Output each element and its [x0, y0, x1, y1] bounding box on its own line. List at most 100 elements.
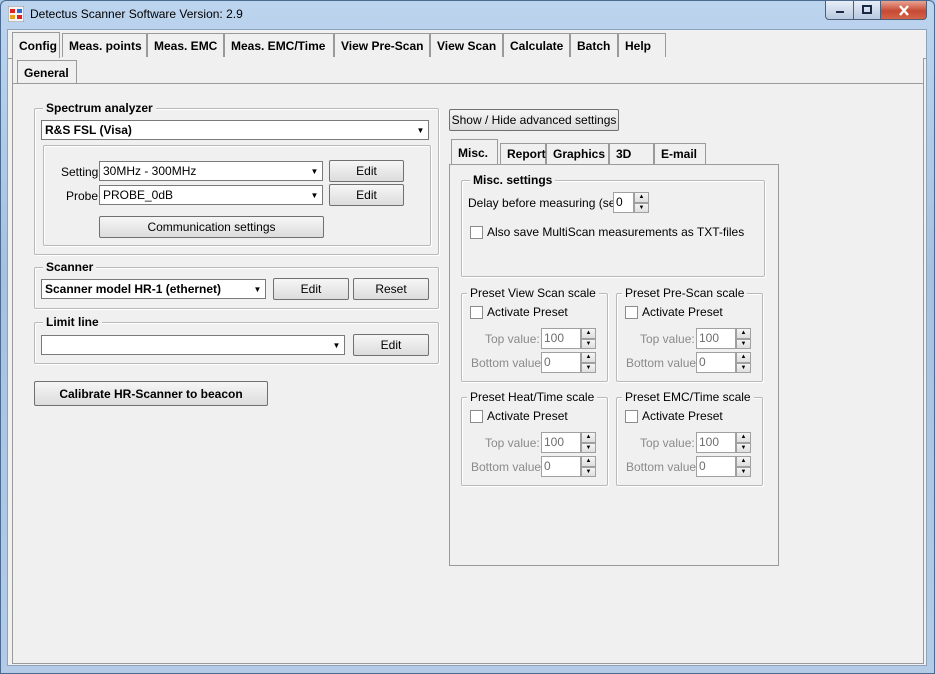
- top-value-stepper[interactable]: 100 ▲ ▼: [541, 432, 596, 453]
- bottom-value-stepper[interactable]: 0 ▲ ▼: [696, 352, 751, 373]
- top-value-label: Top value:: [485, 332, 540, 346]
- top-value-input[interactable]: 100: [696, 328, 736, 349]
- bottom-value-label: Bottom value:: [626, 356, 700, 370]
- title-bar[interactable]: Detectus Scanner Software Version: 2.9: [0, 0, 935, 28]
- activate-preset-label: Activate Preset: [642, 409, 723, 423]
- save-txt-checkbox[interactable]: [470, 226, 483, 239]
- spectrum-analyzer-label: Spectrum analyzer: [43, 101, 156, 115]
- top-value-stepper[interactable]: 100 ▲ ▼: [696, 328, 751, 349]
- spin-down-icon[interactable]: ▼: [634, 202, 649, 213]
- top-value-stepper[interactable]: 100 ▲ ▼: [541, 328, 596, 349]
- bottom-value-stepper[interactable]: 0 ▲ ▼: [696, 456, 751, 477]
- chevron-down-icon: ▼: [249, 280, 265, 298]
- delay-stepper[interactable]: 0 ▲ ▼: [613, 192, 649, 213]
- spin-up-icon[interactable]: ▲: [581, 352, 596, 363]
- spin-down-icon[interactable]: ▼: [736, 362, 751, 373]
- limit-line-edit-button[interactable]: Edit: [353, 334, 429, 356]
- limit-line-select[interactable]: ▼: [41, 335, 345, 355]
- tab-report[interactable]: Report: [500, 143, 546, 164]
- tab-help[interactable]: Help: [618, 33, 666, 57]
- app-icon: [7, 5, 25, 23]
- activate-preset-checkbox[interactable]: [625, 306, 638, 319]
- analyzer-select-value: R&S FSL (Visa): [45, 123, 132, 137]
- tab-meas-emc-time[interactable]: Meas. EMC/Time: [224, 33, 334, 57]
- spin-up-icon[interactable]: ▲: [736, 352, 751, 363]
- spin-up-icon[interactable]: ▲: [581, 456, 596, 467]
- tab-view-scan[interactable]: View Scan: [430, 33, 503, 57]
- tab-meas-emc[interactable]: Meas. EMC: [147, 33, 224, 57]
- chevron-down-icon: ▼: [306, 186, 322, 204]
- spin-up-icon[interactable]: ▲: [634, 192, 649, 203]
- spin-down-icon[interactable]: ▼: [736, 338, 751, 349]
- activate-preset-checkbox[interactable]: [470, 410, 483, 423]
- activate-preset-label: Activate Preset: [487, 305, 568, 319]
- top-value-label: Top value:: [640, 436, 695, 450]
- tab-general[interactable]: General: [17, 60, 77, 84]
- bottom-value-label: Bottom value:: [626, 460, 700, 474]
- tab-meas-points[interactable]: Meas. points: [62, 33, 147, 57]
- delay-spin-arrows[interactable]: ▲ ▼: [634, 192, 649, 213]
- tab-calculate[interactable]: Calculate: [503, 33, 570, 57]
- tab-view-pre-scan[interactable]: View Pre-Scan: [334, 33, 430, 57]
- top-value-label: Top value:: [640, 332, 695, 346]
- preset-pre-scan-group: Preset Pre-Scan scale Activate Preset To…: [616, 286, 763, 382]
- tab-batch[interactable]: Batch: [570, 33, 618, 57]
- spectrum-analyzer-group: Spectrum analyzer R&S FSL (Visa) ▼ Setti…: [34, 101, 439, 255]
- spin-up-icon[interactable]: ▲: [581, 328, 596, 339]
- spin-up-icon[interactable]: ▲: [581, 432, 596, 443]
- bottom-value-stepper[interactable]: 0 ▲ ▼: [541, 352, 596, 373]
- delay-input[interactable]: 0: [613, 192, 634, 213]
- probe-select[interactable]: PROBE_0dB ▼: [99, 185, 323, 205]
- spin-down-icon[interactable]: ▼: [581, 442, 596, 453]
- show-hide-advanced-button[interactable]: Show / Hide advanced settings: [449, 109, 619, 131]
- tab-email[interactable]: E-mail: [654, 143, 706, 164]
- setting-select[interactable]: 30MHz - 300MHz ▼: [99, 161, 323, 181]
- misc-settings-label: Misc. settings: [470, 173, 556, 187]
- bottom-value-input[interactable]: 0: [696, 352, 736, 373]
- bottom-value-stepper[interactable]: 0 ▲ ▼: [541, 456, 596, 477]
- analyzer-select[interactable]: R&S FSL (Visa) ▼: [41, 120, 429, 140]
- calibrate-button[interactable]: Calibrate HR-Scanner to beacon: [34, 381, 268, 406]
- top-value-input[interactable]: 100: [541, 328, 581, 349]
- tab-3d[interactable]: 3D: [609, 143, 654, 164]
- bottom-value-input[interactable]: 0: [541, 352, 581, 373]
- preset-emc-time-group: Preset EMC/Time scale Activate Preset To…: [616, 390, 763, 486]
- top-value-input[interactable]: 100: [541, 432, 581, 453]
- activate-preset-checkbox[interactable]: [470, 306, 483, 319]
- bottom-value-input[interactable]: 0: [541, 456, 581, 477]
- main-tab-strip: Config Meas. points Meas. EMC Meas. EMC/…: [12, 32, 922, 59]
- tab-config[interactable]: Config: [12, 32, 60, 59]
- chevron-down-icon: ▼: [412, 121, 428, 139]
- minimize-button[interactable]: [825, 1, 854, 20]
- spin-down-icon[interactable]: ▼: [736, 466, 751, 477]
- spin-up-icon[interactable]: ▲: [736, 432, 751, 443]
- scanner-model-select[interactable]: Scanner model HR-1 (ethernet) ▼: [41, 279, 266, 299]
- maximize-button[interactable]: [853, 1, 881, 20]
- spin-down-icon[interactable]: ▼: [581, 466, 596, 477]
- close-icon: [898, 4, 909, 16]
- setting-edit-button[interactable]: Edit: [329, 160, 404, 182]
- top-value-label: Top value:: [485, 436, 540, 450]
- top-value-stepper[interactable]: 100 ▲ ▼: [696, 432, 751, 453]
- spin-down-icon[interactable]: ▼: [736, 442, 751, 453]
- tab-graphics[interactable]: Graphics: [546, 143, 609, 164]
- spin-up-icon[interactable]: ▲: [736, 328, 751, 339]
- scanner-edit-button[interactable]: Edit: [273, 278, 349, 300]
- bottom-value-label: Bottom value:: [471, 356, 545, 370]
- spin-down-icon[interactable]: ▼: [581, 362, 596, 373]
- close-button[interactable]: [880, 1, 927, 20]
- minimize-icon: [835, 11, 844, 13]
- subtab-divider: [13, 83, 923, 84]
- activate-preset-checkbox[interactable]: [625, 410, 638, 423]
- top-value-input[interactable]: 100: [696, 432, 736, 453]
- misc-settings-group: Misc. settings Delay before measuring (s…: [461, 173, 765, 277]
- tab-misc[interactable]: Misc.: [451, 139, 498, 165]
- activate-preset-label: Activate Preset: [642, 305, 723, 319]
- bottom-value-input[interactable]: 0: [696, 456, 736, 477]
- probe-edit-button[interactable]: Edit: [329, 184, 404, 206]
- spin-down-icon[interactable]: ▼: [581, 338, 596, 349]
- communication-settings-button[interactable]: Communication settings: [99, 216, 324, 238]
- setting-label: Setting:: [61, 165, 102, 179]
- spin-up-icon[interactable]: ▲: [736, 456, 751, 467]
- scanner-reset-button[interactable]: Reset: [353, 278, 429, 300]
